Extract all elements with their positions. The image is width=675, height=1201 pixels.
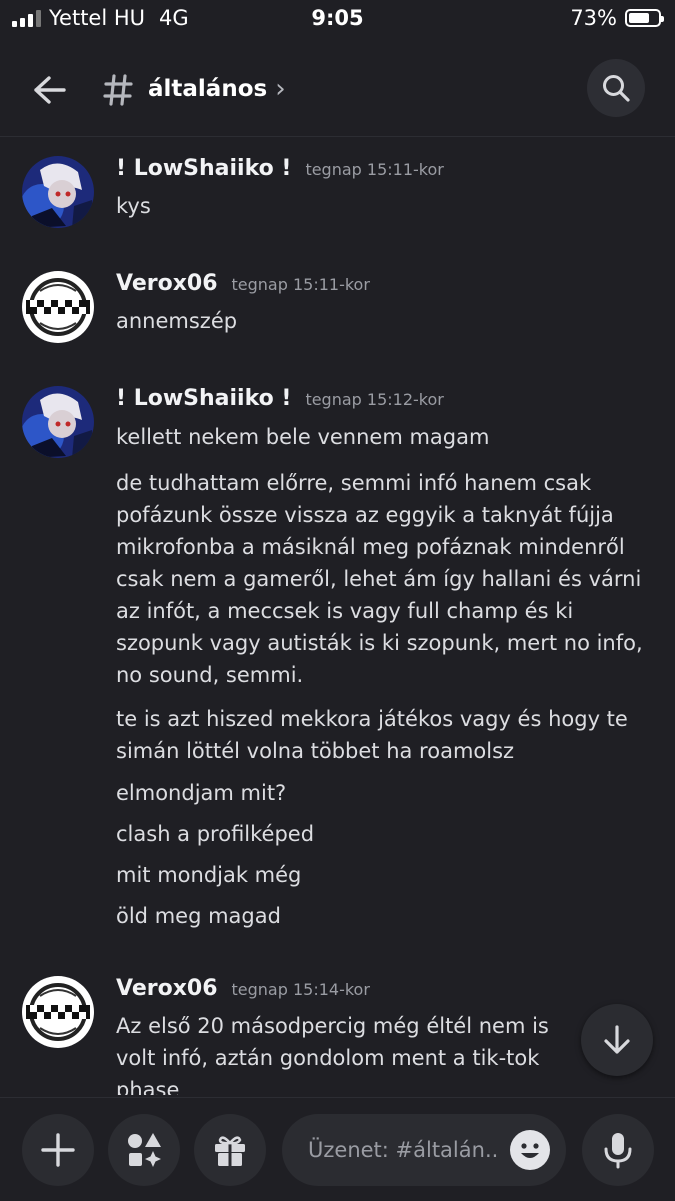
message-text[interactable]: te is azt hiszed mekkora játékos vagy és… — [116, 703, 646, 767]
message-timestamp: tegnap 15:11-kor — [305, 160, 444, 179]
message-list[interactable]: ! LowShaiiko ! tegnap 15:11-kor kys Verox… — [0, 140, 675, 1095]
avatar[interactable] — [22, 976, 94, 1048]
message-timestamp: tegnap 15:14-kor — [231, 980, 370, 999]
arrow-down-icon — [604, 1025, 630, 1054]
message-author[interactable]: Verox06 tegnap 15:14-kor — [116, 976, 370, 1001]
message-text[interactable]: mit mondjak még — [116, 859, 646, 891]
checkered-logo-avatar — [22, 976, 94, 1048]
add-attachment-button[interactable] — [22, 1114, 94, 1186]
status-right: 73% — [570, 6, 664, 30]
message-text[interactable]: kellett nekem bele vennem magam — [116, 421, 646, 453]
message-author[interactable]: ! LowShaiiko ! tegnap 15:11-kor — [116, 156, 444, 181]
microphone-icon — [604, 1133, 632, 1169]
message-author[interactable]: Verox06 tegnap 15:11-kor — [116, 271, 370, 296]
battery-percent: 73% — [570, 6, 617, 30]
status-bar: Yettel HU 4G 9:05 73% — [0, 0, 675, 36]
avatar[interactable] — [22, 386, 94, 458]
apps-icon — [128, 1133, 161, 1167]
channel-name-button[interactable]: általános › — [148, 74, 286, 104]
anime-avatar — [22, 386, 94, 458]
message-text[interactable]: kys — [116, 190, 646, 222]
message-text[interactable]: öld meg magad — [116, 900, 646, 932]
checkered-logo-avatar — [22, 271, 94, 343]
gift-button[interactable] — [194, 1114, 266, 1186]
anime-avatar — [22, 156, 94, 228]
message-text[interactable]: annemszép — [116, 305, 646, 337]
battery-icon — [625, 9, 664, 27]
scroll-to-bottom-button[interactable] — [581, 1004, 653, 1076]
message-text[interactable]: de tudhattam előrre, semmi infó hanem cs… — [116, 467, 646, 691]
gift-icon — [215, 1136, 245, 1166]
chevron-right-icon: › — [275, 74, 286, 104]
message-author[interactable]: ! LowShaiiko ! tegnap 15:12-kor — [116, 386, 444, 411]
hash-icon — [100, 70, 136, 110]
emoji-icon — [511, 1131, 549, 1169]
channel-header: általános › — [0, 50, 675, 137]
message-composer: Üzenet: #általán.. — [0, 1097, 675, 1201]
message-input[interactable]: Üzenet: #általán.. — [282, 1114, 566, 1186]
battery-fill — [629, 13, 650, 23]
apps-button[interactable] — [108, 1114, 180, 1186]
author-name: Verox06 — [116, 271, 218, 296]
arrow-left-icon — [34, 76, 66, 104]
message-text[interactable]: elmondjam mit? — [116, 777, 646, 809]
message-text[interactable]: clash a profilképed — [116, 818, 646, 850]
search-button[interactable] — [587, 59, 645, 117]
emoji-button[interactable] — [510, 1130, 550, 1170]
search-icon — [603, 75, 630, 102]
plus-icon — [41, 1133, 75, 1167]
message-timestamp: tegnap 15:12-kor — [305, 390, 444, 409]
author-name: ! LowShaiiko ! — [116, 386, 292, 411]
message-timestamp: tegnap 15:11-kor — [231, 275, 370, 294]
avatar[interactable] — [22, 271, 94, 343]
back-button[interactable] — [28, 68, 72, 112]
message-text[interactable]: Az első 20 másodpercig még éltél nem is … — [116, 1010, 586, 1095]
channel-name: általános — [148, 76, 268, 102]
voice-message-button[interactable] — [582, 1114, 654, 1186]
author-name: ! LowShaiiko ! — [116, 156, 292, 181]
author-name: Verox06 — [116, 976, 218, 1001]
avatar[interactable] — [22, 156, 94, 228]
message-input-placeholder: Üzenet: #általán.. — [308, 1138, 499, 1162]
